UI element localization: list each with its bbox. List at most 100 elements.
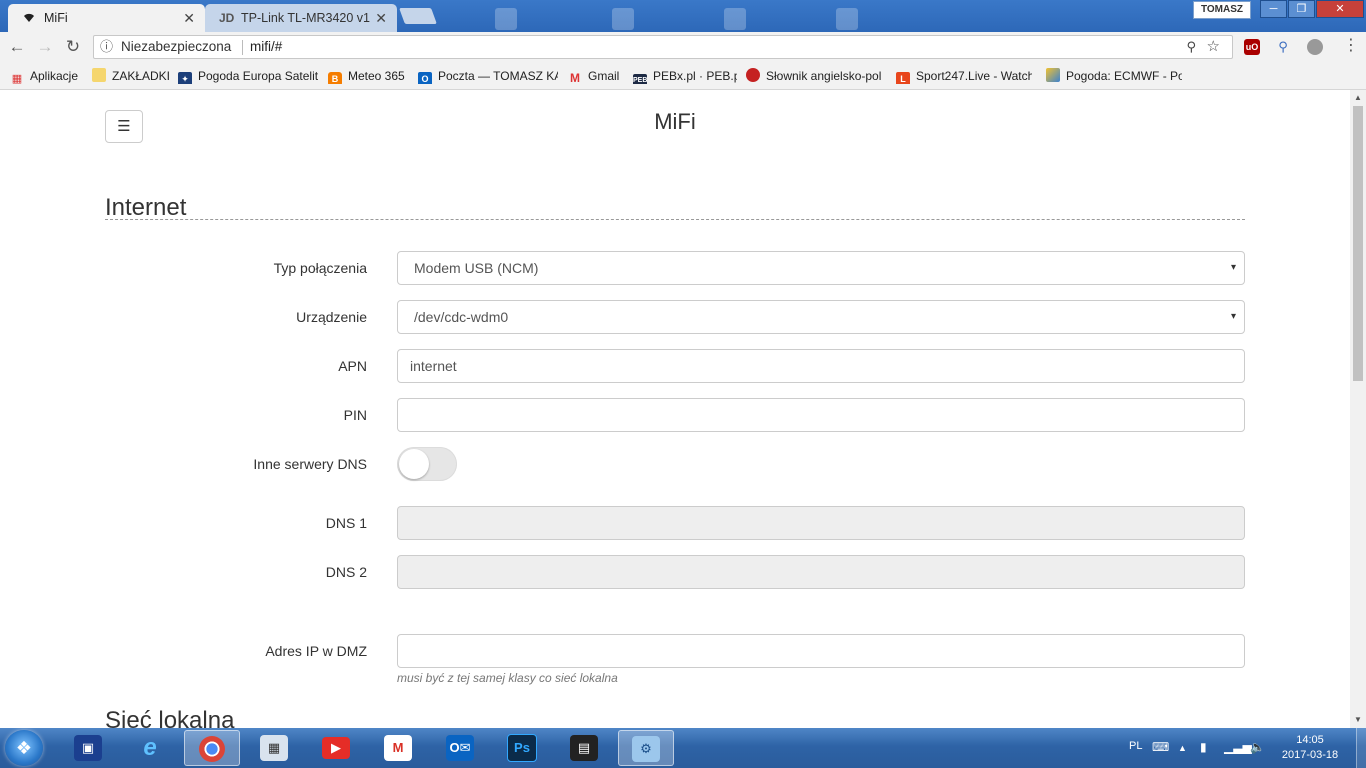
network-signal-icon[interactable]: ▁▃▅ [1224, 740, 1252, 754]
bookmark-item[interactable]: Pogoda: ECMWF - Pol [1046, 68, 1182, 84]
dns1-label: DNS 1 [325, 515, 367, 531]
apps-grid-icon: ▦ [11, 73, 23, 84]
windows-taskbar: ❖ ▣ e ▦ ▶ M O✉ Ps ▤ ⚙ PL ⌨ ▲ ▮ ▁▃▅ 🔈 14:… [0, 728, 1366, 768]
ublock-icon[interactable]: uO [1244, 39, 1260, 55]
blogger-icon: B [328, 72, 342, 84]
address-bar[interactable]: ⓘ Niezabezpieczona mifi/# ⚲ ☆ [93, 35, 1233, 59]
bookmark-item[interactable]: L Sport247.Live - Watch [896, 68, 1032, 84]
other-dns-toggle[interactable] [397, 447, 457, 481]
device-label: Urządzenie [296, 309, 367, 325]
desktop-ghost-icon [495, 8, 517, 30]
apn-label: APN [338, 358, 367, 374]
maximize-button[interactable]: ❐ [1288, 0, 1315, 18]
section-title-lan: Sieć lokalna [105, 707, 235, 728]
toggle-knob [399, 449, 429, 479]
ecmwf-icon [1046, 68, 1060, 82]
desktop-ghost-icon [836, 8, 858, 30]
dns2-label: DNS 2 [325, 564, 367, 580]
system-clock[interactable]: 14:05 2017-03-18 [1275, 733, 1345, 763]
bookmark-item[interactable]: M Gmail [568, 68, 623, 84]
keyboard-icon[interactable]: ⌨ [1152, 740, 1169, 754]
bookmark-item[interactable]: O Poczta — TOMASZ KA [418, 68, 558, 84]
scrollbar-thumb[interactable] [1353, 106, 1363, 381]
bookmark-item[interactable]: PEB PEBx.pl · PEB.pl [633, 68, 737, 84]
page-title: MiFi [654, 109, 696, 134]
section-divider [105, 219, 1245, 220]
device-value: /dev/cdc-wdm0 [414, 309, 509, 325]
extension-icon[interactable] [1307, 39, 1323, 55]
dmz-input[interactable] [397, 634, 1245, 668]
tab-title: MiFi [44, 11, 68, 25]
chrome-icon[interactable] [184, 730, 240, 766]
show-desktop-button[interactable] [1356, 728, 1366, 768]
reload-button[interactable]: ↻ [61, 35, 85, 59]
desktop-ghost-icon [724, 8, 746, 30]
tab-mifi[interactable]: MiFi ✕ [8, 4, 205, 32]
language-indicator[interactable]: PL [1129, 740, 1142, 752]
dictionary-icon [746, 68, 760, 82]
save-app-icon[interactable]: ▣ [60, 730, 116, 766]
section-title-internet: Internet [105, 194, 187, 221]
profile-button[interactable]: TOMASZ [1193, 1, 1251, 19]
device-select[interactable]: /dev/cdc-wdm0 ▾ [397, 300, 1245, 334]
chevron-down-icon: ▾ [1230, 262, 1236, 273]
key-icon[interactable]: ⚲ [1186, 36, 1196, 58]
page-scrollbar[interactable]: ▲ ▼ [1350, 90, 1366, 728]
bookmark-item[interactable]: ZAKŁADKI [92, 68, 172, 84]
browser-title-bar: MiFi ✕ JD TP-Link TL-MR3420 v1 in ✕ TOMA… [0, 0, 1366, 32]
tab-close-icon[interactable]: ✕ [375, 4, 387, 32]
search-extension-icon[interactable]: ⚲ [1275, 39, 1291, 55]
connection-type-select[interactable]: Modem USB (NCM) ▾ [397, 251, 1245, 285]
internet-explorer-icon[interactable]: e [122, 730, 178, 766]
peb-icon: PEB [633, 74, 647, 84]
video-editor-icon[interactable]: ▤ [556, 730, 612, 766]
start-orb-icon[interactable]: ❖ [5, 730, 43, 766]
wifi-icon [22, 4, 36, 32]
security-label[interactable]: Niezabezpieczona [121, 36, 231, 58]
chevron-down-icon: ▾ [1230, 311, 1236, 322]
tray-expand-icon[interactable]: ▲ [1178, 743, 1187, 753]
gmail-taskbar-icon[interactable]: M [370, 730, 426, 766]
browser-menu-icon[interactable]: ⋮ [1343, 36, 1359, 56]
apn-input[interactable]: internet [397, 349, 1245, 383]
other-dns-label: Inne serwery DNS [253, 456, 367, 472]
youtube-icon[interactable]: ▶ [308, 730, 364, 766]
volume-icon[interactable]: 🔈 [1250, 740, 1265, 754]
control-panel-icon[interactable]: ⚙ [618, 730, 674, 766]
pin-label: PIN [343, 407, 367, 423]
device-icon[interactable]: ▮ [1200, 740, 1207, 754]
dmz-label: Adres IP w DMZ [265, 643, 367, 659]
url-text[interactable]: mifi/# [250, 36, 282, 58]
bookmarks-bar: ▦ Aplikacje ZAKŁADKI ✦ Pogoda Europa Satel… [0, 62, 1366, 90]
new-tab-button[interactable] [399, 8, 437, 24]
info-icon[interactable]: ⓘ [100, 36, 113, 58]
outlook-taskbar-icon[interactable]: O✉ [432, 730, 488, 766]
forward-button[interactable]: → [33, 35, 57, 59]
page-viewport: ☰ MiFi Internet Typ połączenia Modem USB… [0, 90, 1350, 728]
pin-input[interactable] [397, 398, 1245, 432]
tab-title: TP-Link TL-MR3420 v1 in [241, 11, 371, 25]
dns2-input [397, 555, 1245, 589]
back-button[interactable]: ← [5, 35, 29, 59]
bookmark-star-icon[interactable]: ☆ [1207, 36, 1220, 58]
calculator-icon[interactable]: ▦ [246, 730, 302, 766]
bookmark-item[interactable]: Słownik angielsko-pol [746, 68, 882, 84]
photoshop-icon[interactable]: Ps [494, 730, 550, 766]
scroll-down-icon[interactable]: ▼ [1350, 712, 1366, 728]
tab-tplink[interactable]: JD TP-Link TL-MR3420 v1 in ✕ [205, 4, 397, 32]
desktop-ghost-icon [612, 8, 634, 30]
bookmark-item[interactable]: B Meteo 365 [328, 68, 410, 84]
scroll-up-icon[interactable]: ▲ [1350, 90, 1366, 106]
bookmark-item[interactable]: ▦ Aplikacje [10, 68, 85, 84]
jd-icon: JD [219, 11, 235, 25]
dmz-help-text: musi być z tej samej klasy co sieć lokal… [397, 671, 618, 685]
address-separator [242, 40, 243, 55]
clock-time: 14:05 [1296, 734, 1324, 746]
satellite-icon: ✦ [178, 72, 192, 84]
tab-close-icon[interactable]: ✕ [183, 4, 195, 32]
bookmark-item[interactable]: ✦ Pogoda Europa Satelit [178, 68, 318, 84]
outlook-icon: O [418, 72, 432, 84]
gmail-icon: M [570, 71, 580, 84]
close-window-button[interactable]: ✕ [1316, 0, 1364, 18]
minimize-button[interactable]: ─ [1260, 0, 1287, 18]
